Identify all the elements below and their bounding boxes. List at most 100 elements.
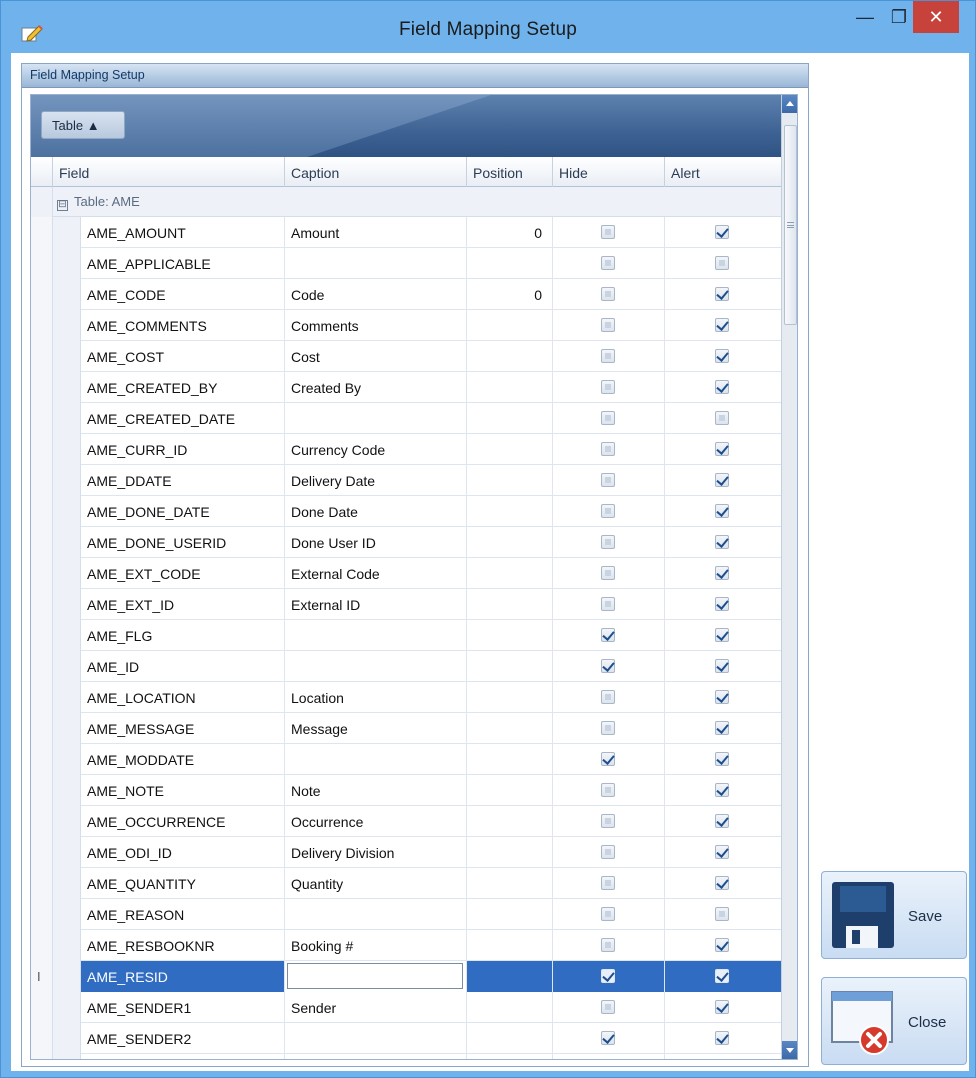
hide-cell[interactable] [553, 899, 665, 930]
caption-cell[interactable] [285, 651, 467, 682]
column-header-position[interactable]: Position [467, 157, 553, 187]
table-row[interactable]: AME_OCCURRENCE Occurrence [31, 806, 781, 837]
scroll-up-arrow-icon[interactable] [782, 95, 797, 113]
position-cell[interactable] [467, 589, 553, 620]
hide-cell[interactable] [553, 868, 665, 899]
hide-cell[interactable] [553, 496, 665, 527]
table-row[interactable]: AME_ODI_ID Delivery Division [31, 837, 781, 868]
hide-checkbox[interactable] [601, 845, 615, 859]
hide-checkbox[interactable] [601, 504, 615, 518]
field-mapping-grid[interactable]: Table ▲ Field Caption Position Hide Aler… [30, 94, 798, 1060]
hide-cell[interactable] [553, 651, 665, 682]
hide-cell[interactable] [553, 217, 665, 248]
row-indicator[interactable] [31, 992, 53, 1023]
position-cell[interactable] [467, 341, 553, 372]
position-cell[interactable] [467, 527, 553, 558]
alert-checkbox[interactable] [715, 411, 729, 425]
hide-checkbox[interactable] [601, 783, 615, 797]
position-cell[interactable] [467, 899, 553, 930]
position-cell[interactable] [467, 806, 553, 837]
field-cell[interactable]: AME_ID [81, 651, 285, 682]
position-cell[interactable] [467, 992, 553, 1023]
column-header-alert[interactable]: Alert [665, 157, 781, 187]
row-indicator[interactable]: I [31, 961, 53, 992]
caption-cell[interactable]: Created By [285, 372, 467, 403]
hide-cell[interactable] [553, 961, 665, 992]
hide-cell[interactable] [553, 589, 665, 620]
position-cell[interactable] [467, 961, 553, 992]
hide-checkbox[interactable] [601, 938, 615, 952]
caption-cell[interactable] [285, 1023, 467, 1054]
table-row[interactable]: AME_AMOUNT Amount 0 [31, 217, 781, 248]
row-indicator[interactable] [31, 899, 53, 930]
caption-editor-input[interactable] [287, 963, 463, 989]
field-cell[interactable]: AME_DONE_DATE [81, 496, 285, 527]
field-cell[interactable]: AME_EXT_CODE [81, 558, 285, 589]
position-cell[interactable] [467, 868, 553, 899]
alert-cell[interactable] [665, 279, 781, 310]
field-cell[interactable]: AME_CURR_ID [81, 434, 285, 465]
row-indicator[interactable] [31, 868, 53, 899]
hide-checkbox[interactable] [601, 411, 615, 425]
row-indicator[interactable] [31, 837, 53, 868]
save-button[interactable]: Save [821, 871, 967, 959]
column-header-caption[interactable]: Caption [285, 157, 467, 187]
group-row-table-ame[interactable]: ⊟ Table: AME [31, 187, 781, 217]
alert-cell[interactable] [665, 961, 781, 992]
caption-cell[interactable] [285, 248, 467, 279]
hide-cell[interactable] [553, 403, 665, 434]
caption-cell[interactable]: Quantity [285, 868, 467, 899]
field-cell[interactable]: AME_DDATE [81, 465, 285, 496]
alert-checkbox[interactable] [715, 256, 729, 270]
alert-cell[interactable] [665, 496, 781, 527]
hide-checkbox[interactable] [601, 256, 615, 270]
alert-cell[interactable] [665, 620, 781, 651]
row-indicator[interactable] [31, 496, 53, 527]
row-indicator[interactable] [31, 434, 53, 465]
alert-checkbox[interactable] [715, 845, 729, 859]
alert-cell[interactable] [665, 837, 781, 868]
row-indicator[interactable] [31, 527, 53, 558]
hide-cell[interactable] [553, 620, 665, 651]
position-cell[interactable] [467, 837, 553, 868]
hide-cell[interactable] [553, 279, 665, 310]
alert-cell[interactable] [665, 713, 781, 744]
alert-checkbox[interactable] [715, 690, 729, 704]
alert-checkbox[interactable] [715, 349, 729, 363]
hide-cell[interactable] [553, 341, 665, 372]
alert-cell[interactable] [665, 1054, 781, 1059]
table-row[interactable]: AME_NOTE Note [31, 775, 781, 806]
alert-cell[interactable] [665, 1023, 781, 1054]
table-row[interactable]: AME_DDATE Delivery Date [31, 465, 781, 496]
caption-cell[interactable]: Message [285, 713, 467, 744]
alert-checkbox[interactable] [715, 566, 729, 580]
field-cell[interactable]: AME_CREATED_DATE [81, 403, 285, 434]
column-header-field[interactable]: Field [53, 157, 285, 187]
row-indicator[interactable] [31, 279, 53, 310]
hide-checkbox[interactable] [601, 349, 615, 363]
row-indicator[interactable] [31, 620, 53, 651]
table-row[interactable]: AME_ID [31, 651, 781, 682]
field-cell[interactable]: AME_EXT_ID [81, 589, 285, 620]
alert-checkbox[interactable] [715, 876, 729, 890]
caption-cell[interactable]: Currency Code [285, 434, 467, 465]
alert-checkbox[interactable] [715, 752, 729, 766]
field-cell[interactable]: AME_ODI_ID [81, 837, 285, 868]
caption-cell[interactable]: Done User ID [285, 527, 467, 558]
field-cell[interactable]: AME_APPLICABLE [81, 248, 285, 279]
caption-cell[interactable]: Occurrence [285, 806, 467, 837]
hide-cell[interactable] [553, 992, 665, 1023]
field-cell[interactable]: AME_COST [81, 341, 285, 372]
position-cell[interactable] [467, 775, 553, 806]
row-indicator[interactable] [31, 248, 53, 279]
row-indicator[interactable] [31, 1054, 53, 1059]
hide-cell[interactable] [553, 775, 665, 806]
caption-cell[interactable] [285, 899, 467, 930]
position-cell[interactable] [467, 1054, 553, 1059]
alert-checkbox[interactable] [715, 814, 729, 828]
close-button[interactable]: Close [821, 977, 967, 1065]
row-indicator[interactable] [31, 310, 53, 341]
row-indicator[interactable] [31, 403, 53, 434]
alert-cell[interactable] [665, 527, 781, 558]
hide-checkbox[interactable] [601, 907, 615, 921]
